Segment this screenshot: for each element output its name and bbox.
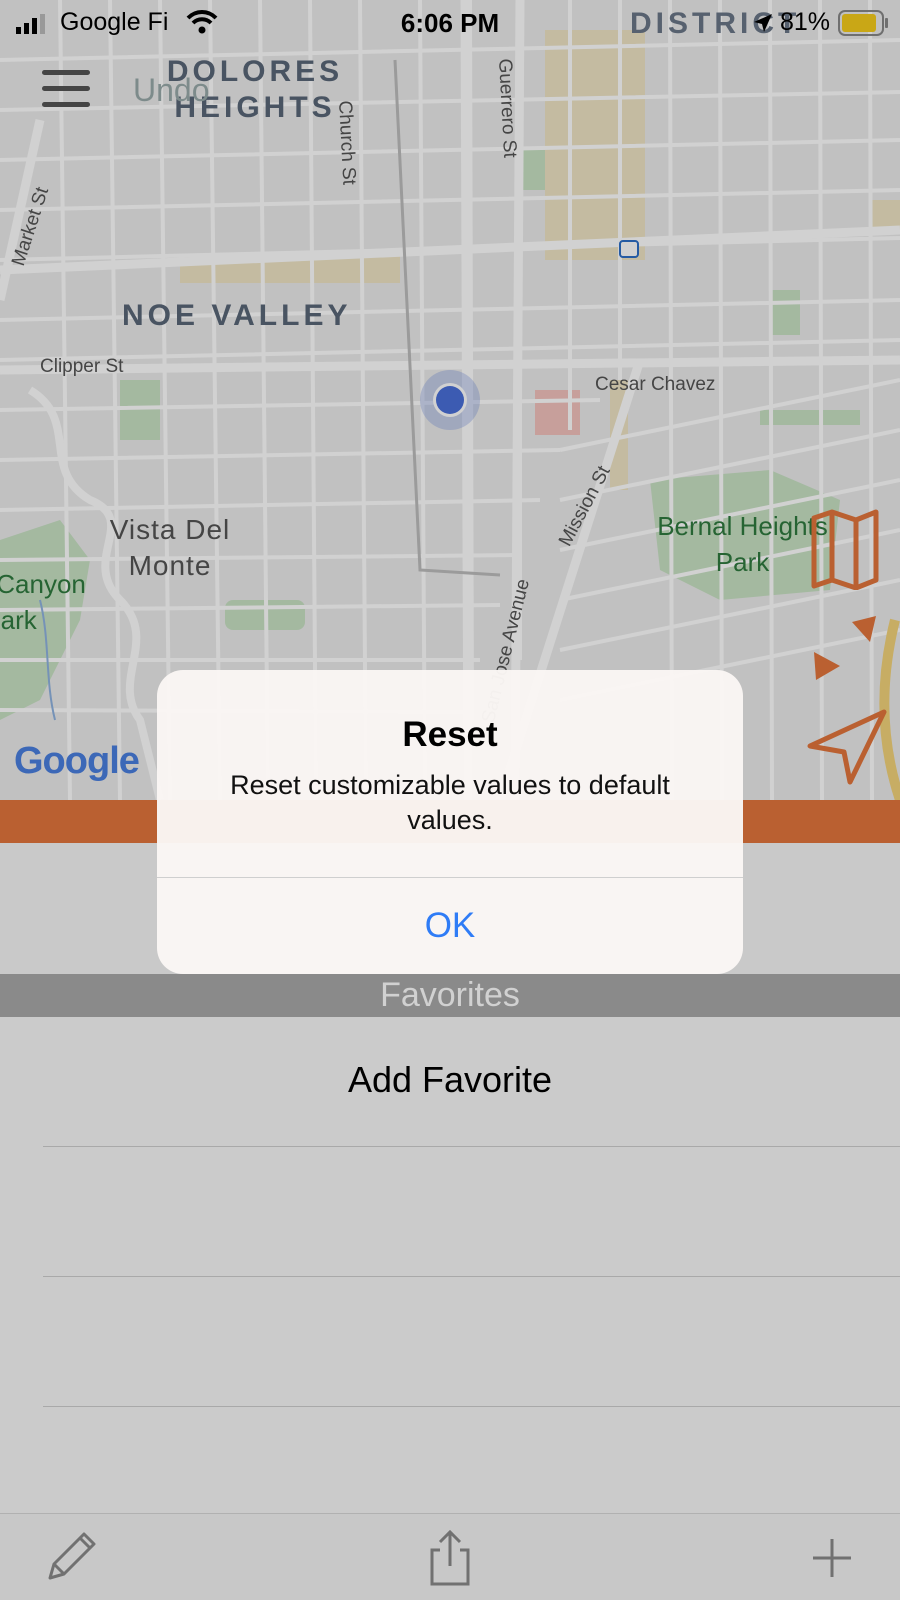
alert-message: Reset customizable values to default val… [230, 770, 670, 835]
ok-button[interactable]: OK [157, 878, 743, 974]
reset-alert-dialog: Reset Reset customizable values to defau… [157, 670, 743, 974]
alert-title: Reset [402, 715, 498, 754]
